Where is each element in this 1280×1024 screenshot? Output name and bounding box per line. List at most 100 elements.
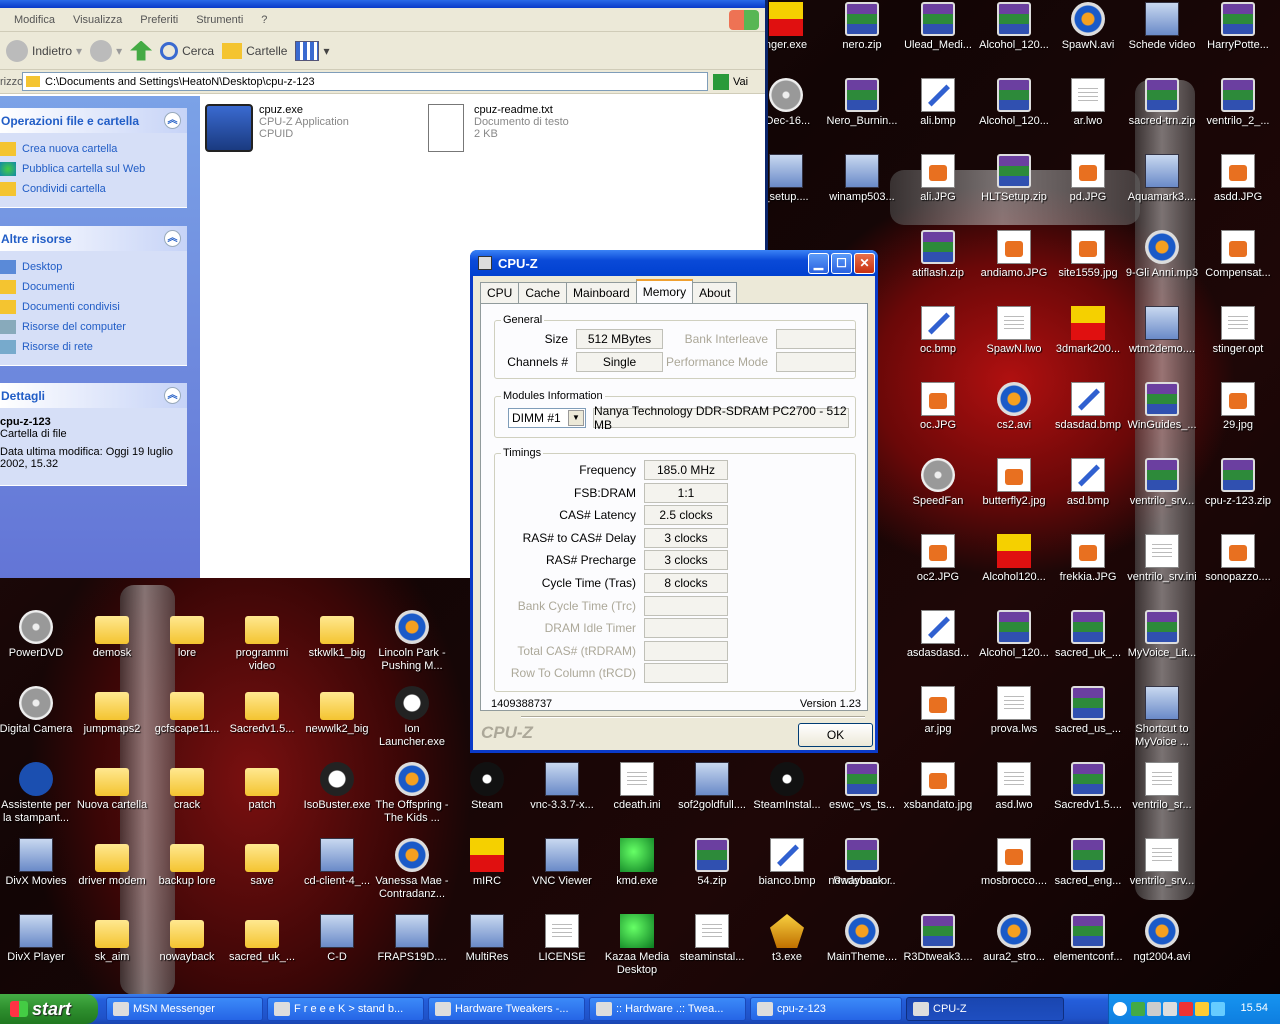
desktop-icon-item[interactable]: driver modem (74, 838, 150, 914)
desktop-icon-item[interactable]: 29.jpg (1200, 382, 1276, 458)
task-new-folder[interactable]: Crea nuova cartella (0, 139, 183, 159)
desktop-icon-item[interactable]: ar.jpg (900, 686, 976, 762)
desktop-icon-item[interactable]: Aquamark3.... (1124, 154, 1200, 230)
desktop-icon-item[interactable]: Sacredv1.5... (224, 686, 300, 762)
desktop-icon-item[interactable]: oc.JPG (900, 382, 976, 458)
dimm-select[interactable]: DIMM #1 ▼ (508, 408, 586, 428)
menu-visualizza[interactable]: Visualizza (73, 14, 122, 26)
desktop-icon-item[interactable]: asdasdasd... (900, 610, 976, 686)
folders-button[interactable]: Cartelle (222, 42, 287, 59)
tray-ati-icon[interactable] (1179, 1002, 1193, 1016)
desktop-icon-item[interactable]: Compensat... (1200, 230, 1276, 306)
desktop-icon-item[interactable]: SteamInstal... (749, 762, 825, 838)
minimize-button[interactable]: ▁ (808, 253, 829, 274)
desktop-icon-item[interactable]: 9-Gli Anni.mp3 (1124, 230, 1200, 306)
desktop-icon-item[interactable]: ventrilo_srv.ini (1124, 534, 1200, 610)
desktop-icon-item[interactable]: HLTSetup.zip (976, 154, 1052, 230)
desktop-icon-item[interactable]: frekkia.JPG (1050, 534, 1126, 610)
desktop-icon-item[interactable]: cpu-z-123.zip (1200, 458, 1276, 534)
desktop-icon-item[interactable]: Alcohol_120... (976, 78, 1052, 154)
desktop-icon-item[interactable]: asdd.JPG (1200, 154, 1276, 230)
desktop-icon-item[interactable]: ventrilo_sr... (1124, 762, 1200, 838)
desktop-icon-item[interactable]: Alcohol120... (976, 534, 1052, 610)
desktop-icon-item[interactable]: crack (149, 762, 225, 838)
menu-strumenti[interactable]: Strumenti (196, 14, 243, 26)
desktop-icon-item[interactable]: cs2.avi (976, 382, 1052, 458)
up-folder-button[interactable] (130, 40, 153, 61)
desktop-icon-item[interactable]: Ulead_Medi... (900, 2, 976, 78)
desktop-icon-item[interactable]: oc.bmp (900, 306, 976, 382)
desktop-icon-item[interactable]: nero.zip (824, 2, 900, 78)
views-button[interactable]: ▾ (295, 40, 330, 61)
desktop-icon-item[interactable]: lore (149, 610, 225, 686)
desktop-icon-item[interactable]: MainTheme.... (824, 914, 900, 990)
desktop-icon-item[interactable]: FRAPS19D.... (374, 914, 450, 990)
desktop-icon-item[interactable]: Shortcut to MyVoice ... (1124, 686, 1200, 762)
desktop-icon-item[interactable]: ali.JPG (900, 154, 976, 230)
desktop-icon-item[interactable]: sk_aim (74, 914, 150, 990)
desktop-icon-item[interactable]: SpawN.lwo (976, 306, 1052, 382)
desktop-icon-item[interactable]: IsoBuster.exe (299, 762, 375, 838)
desktop-icon-item[interactable]: sacred_uk_... (224, 914, 300, 990)
desktop-icon-item[interactable]: Nuova cartella (74, 762, 150, 838)
desktop-icon-item[interactable]: t3.exe (749, 914, 825, 990)
desktop-icon-item[interactable]: Alcohol_120... (976, 2, 1052, 78)
tab-about[interactable]: About (692, 282, 738, 303)
menu-help[interactable]: ? (261, 14, 267, 26)
menu-modifica[interactable]: Modifica (14, 14, 55, 26)
desktop-icon-item[interactable]: The Offspring - The Kids ... (374, 762, 450, 838)
desktop-icon-item[interactable]: sdasdad.bmp (1050, 382, 1126, 458)
tray-arrow-icon[interactable] (1113, 1002, 1127, 1016)
desktop-icon-item[interactable]: ar.lwo (1050, 78, 1126, 154)
place-shared-documents[interactable]: Documenti condivisi (0, 297, 183, 317)
collapse-chevron-icon[interactable]: ︽ (164, 387, 181, 404)
desktop-icon-item[interactable]: sacred_uk_... (1050, 610, 1126, 686)
desktop-icon-item[interactable]: ventrilo_2_... (1200, 78, 1276, 154)
desktop-icon-item[interactable]: Digital Camera (0, 686, 74, 762)
desktop-icon-item[interactable]: 54.zip (674, 838, 750, 914)
task-freeek[interactable]: F r e e e K > stand b... (267, 997, 424, 1021)
desktop-icon-item[interactable]: ventrilo_srv... (1124, 838, 1200, 914)
maximize-button[interactable]: ☐ (831, 253, 852, 274)
desktop-icon-item[interactable]: mosbrocco.... (976, 838, 1052, 914)
tray-app-icon[interactable] (1195, 1002, 1209, 1016)
desktop-icon-item[interactable]: save (224, 838, 300, 914)
desktop-icon-item[interactable]: oc2.JPG (900, 534, 976, 610)
task-hardware-tweakers-2[interactable]: :: Hardware .:: Twea... (589, 997, 746, 1021)
task-hardware-tweakers[interactable]: Hardware Tweakers -... (428, 997, 585, 1021)
desktop-icon-item[interactable]: xsbandato.jpg (900, 762, 976, 838)
start-button[interactable]: start (0, 994, 98, 1024)
desktop-icon-item[interactable]: stkwlk1_big (299, 610, 375, 686)
desktop-icon-item[interactable]: sonopazzo.... (1200, 534, 1276, 610)
file-item-readme[interactable]: cpuz-readme.txt Documento di testo 2 KB (428, 104, 569, 152)
desktop-icon-item[interactable]: demosk (74, 610, 150, 686)
desktop-icon-item[interactable]: winamp503... (824, 154, 900, 230)
desktop-icon-item[interactable]: Ion Launcher.exe (374, 686, 450, 762)
close-button[interactable]: ✕ (854, 253, 875, 274)
explorer-titlebar[interactable] (0, 0, 765, 8)
desktop-icon-item[interactable]: cdeath.ini (599, 762, 675, 838)
desktop-icon-item[interactable]: sacred_us_... (1050, 686, 1126, 762)
go-button[interactable]: Vai (713, 73, 748, 90)
desktop-icon-item[interactable]: backup lore (149, 838, 225, 914)
desktop-icon-item[interactable]: WinGuides_... (1124, 382, 1200, 458)
desktop-icon-item[interactable]: asd.bmp (1050, 458, 1126, 534)
place-desktop[interactable]: Desktop (0, 257, 183, 277)
tab-mainboard[interactable]: Mainboard (566, 282, 637, 303)
desktop-icon-item[interactable]: Nero_Burnin... (824, 78, 900, 154)
desktop-icon-item[interactable]: DivX Movies (0, 838, 74, 914)
desktop-icon-item[interactable]: Steam (449, 762, 525, 838)
desktop-icon-item[interactable]: mIRC (449, 838, 525, 914)
desktop-icon-item[interactable]: andiamo.JPG (976, 230, 1052, 306)
desktop-icon-item[interactable]: eswc_vs_ts... (824, 762, 900, 838)
tray-app-icon[interactable] (1211, 1002, 1225, 1016)
desktop-icon-item[interactable]: SpeedFan (900, 458, 976, 534)
desktop-icon-item[interactable]: ali.bmp (900, 78, 976, 154)
desktop-icon-item[interactable]: Assistente per la stampant... (0, 762, 74, 838)
desktop-icon-item[interactable]: patch (224, 762, 300, 838)
tray-speaker-icon[interactable] (1163, 1002, 1177, 1016)
tray-network-icon[interactable] (1147, 1002, 1161, 1016)
desktop-icon-item[interactable]: asd.lwo (976, 762, 1052, 838)
desktop-icon-item[interactable]: nowayback (149, 914, 225, 990)
desktop-icon-item[interactable]: VNC Viewer (524, 838, 600, 914)
